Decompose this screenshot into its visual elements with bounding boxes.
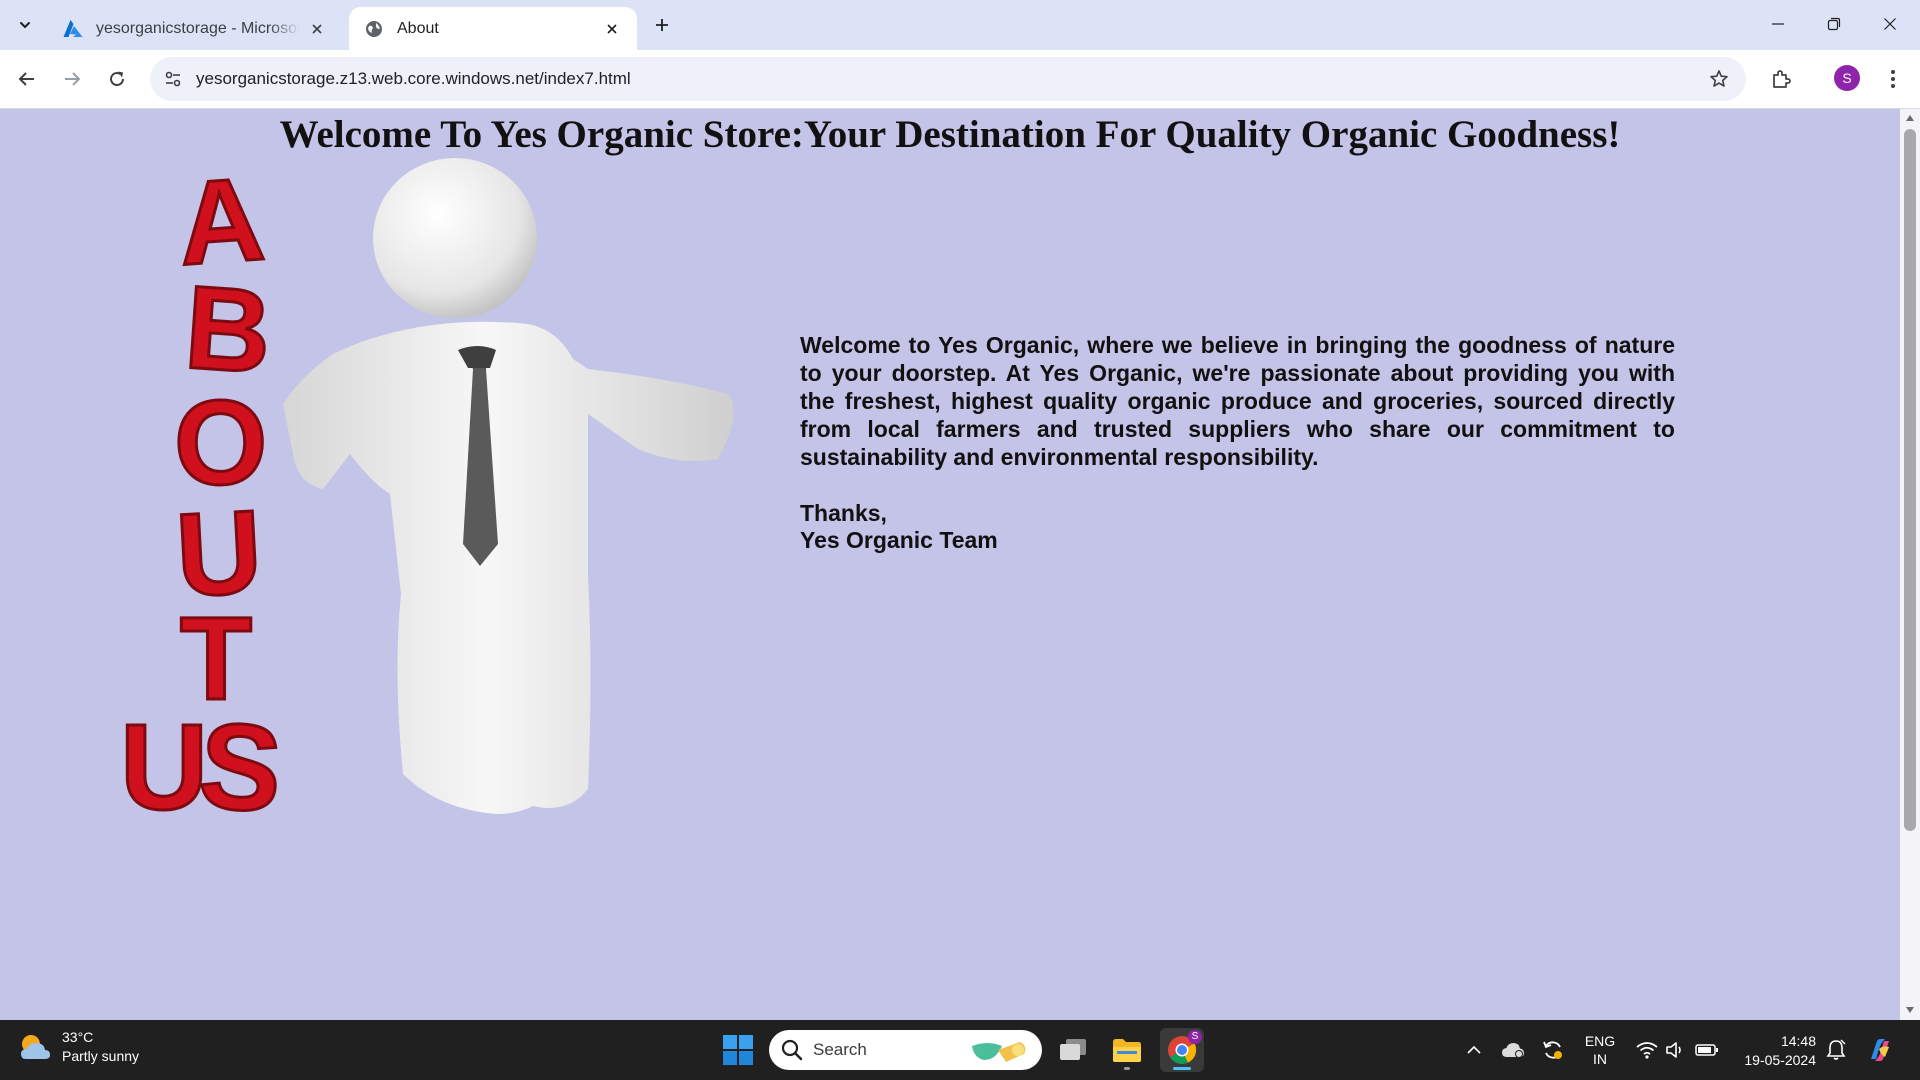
active-indicator xyxy=(1173,1067,1191,1070)
chevron-down-icon xyxy=(20,22,30,29)
folder-icon xyxy=(1113,1039,1141,1062)
task-view-icon xyxy=(1060,1039,1086,1060)
profile-avatar[interactable]: S xyxy=(1834,65,1860,91)
file-explorer-button[interactable] xyxy=(1105,1028,1149,1072)
site-info-icon[interactable] xyxy=(158,64,188,94)
copilot-icon[interactable] xyxy=(1862,1020,1898,1080)
extensions-button[interactable] xyxy=(1764,62,1798,96)
svg-text:U: U xyxy=(120,699,208,835)
scroll-thumb[interactable] xyxy=(1904,129,1916,831)
browser-menu-button[interactable] xyxy=(1876,62,1910,96)
tab-strip: yesorganicstorage - Microsoft Azure Abou… xyxy=(0,0,1920,50)
reload-button[interactable] xyxy=(100,62,134,96)
page-title: Welcome To Yes Organic Store:Your Destin… xyxy=(279,113,1621,156)
weather-widget[interactable]: 33°C Partly sunny xyxy=(18,1028,139,1066)
close-window-button[interactable] xyxy=(1862,0,1918,48)
search-icon xyxy=(781,1039,803,1061)
search-highlight-icon xyxy=(972,1042,1026,1062)
browser-toolbar: yesorganicstorage.z13.web.core.windows.n… xyxy=(0,50,1920,109)
url-text[interactable]: yesorganicstorage.z13.web.core.windows.n… xyxy=(196,57,631,101)
clock-date: 19-05-2024 xyxy=(1744,1052,1816,1068)
tab-azure[interactable]: yesorganicstorage - Microsoft Azure xyxy=(48,7,342,50)
tab-about[interactable]: About xyxy=(349,7,637,50)
plus-icon xyxy=(656,19,668,31)
chrome-profile-badge: S xyxy=(1188,1030,1202,1044)
restore-icon xyxy=(1827,17,1841,31)
close-icon xyxy=(1884,18,1896,30)
chrome-taskbar-button[interactable]: S xyxy=(1160,1028,1204,1072)
close-tab-icon[interactable] xyxy=(601,18,623,40)
input-language-indicator[interactable]: ENG IN xyxy=(1582,1032,1618,1068)
tab-title: yesorganicstorage - Microsoft Azure xyxy=(96,19,300,37)
notifications-bell-icon[interactable] xyxy=(1822,1020,1850,1080)
weather-condition: Partly sunny xyxy=(62,1048,140,1064)
closing-thanks: Thanks, xyxy=(800,500,887,526)
about-paragraph: Welcome to Yes Organic, where we believe… xyxy=(800,332,1675,470)
region-code: IN xyxy=(1593,1051,1607,1067)
sync-tray-icon[interactable] xyxy=(1538,1020,1568,1080)
minimize-icon xyxy=(1772,23,1784,25)
minimize-button[interactable] xyxy=(1750,0,1806,48)
more-vertical-icon xyxy=(1891,70,1895,88)
about-us-image: A B O U T U S xyxy=(119,154,734,839)
bookmark-star-icon[interactable] xyxy=(1704,64,1734,94)
vertical-scrollbar[interactable] xyxy=(1900,109,1920,1020)
back-arrow-icon xyxy=(18,72,34,86)
show-hidden-icons-button[interactable] xyxy=(1460,1020,1488,1080)
tab-title: About xyxy=(397,19,439,37)
chevron-up-icon xyxy=(1467,1045,1481,1054)
reload-icon xyxy=(110,71,124,86)
scroll-down-icon[interactable] xyxy=(1905,1005,1915,1015)
wifi-icon[interactable] xyxy=(1634,1020,1660,1080)
closing-signature: Yes Organic Team xyxy=(800,527,998,553)
battery-icon[interactable] xyxy=(1692,1020,1722,1080)
svg-text:S: S xyxy=(195,697,286,838)
close-tab-icon[interactable] xyxy=(306,18,328,40)
back-button[interactable] xyxy=(10,62,44,96)
windows-taskbar: 33°C Partly sunny Search S ENG IN 14:48 … xyxy=(0,1020,1920,1080)
onedrive-tray-icon[interactable] xyxy=(1498,1020,1528,1080)
running-indicator xyxy=(1124,1067,1130,1070)
tab-search-button[interactable] xyxy=(10,11,40,39)
scroll-up-icon[interactable] xyxy=(1905,113,1915,123)
forward-arrow-icon xyxy=(65,72,81,86)
start-button[interactable] xyxy=(720,1032,756,1068)
partly-sunny-icon xyxy=(21,1035,50,1059)
azure-icon xyxy=(62,18,84,40)
globe-icon xyxy=(363,18,385,40)
volume-icon[interactable] xyxy=(1662,1020,1688,1080)
system-clock[interactable]: 14:48 19-05-2024 xyxy=(1730,1032,1816,1070)
new-tab-button[interactable] xyxy=(648,11,676,39)
page-viewport: Welcome To Yes Organic Store:Your Destin… xyxy=(0,109,1900,1020)
forward-button[interactable] xyxy=(55,62,89,96)
address-bar[interactable]: yesorganicstorage.z13.web.core.windows.n… xyxy=(150,57,1746,101)
taskbar-search-placeholder: Search xyxy=(813,1040,867,1059)
task-view-button[interactable] xyxy=(1051,1028,1095,1072)
taskbar-search-box[interactable]: Search xyxy=(769,1030,1042,1070)
puzzle-icon xyxy=(1773,70,1791,88)
windows-logo-icon xyxy=(723,1035,753,1065)
weather-temperature: 33°C xyxy=(62,1029,94,1045)
clock-time: 14:48 xyxy=(1780,1033,1816,1049)
language-code: ENG xyxy=(1584,1033,1616,1049)
restore-button[interactable] xyxy=(1806,0,1862,48)
